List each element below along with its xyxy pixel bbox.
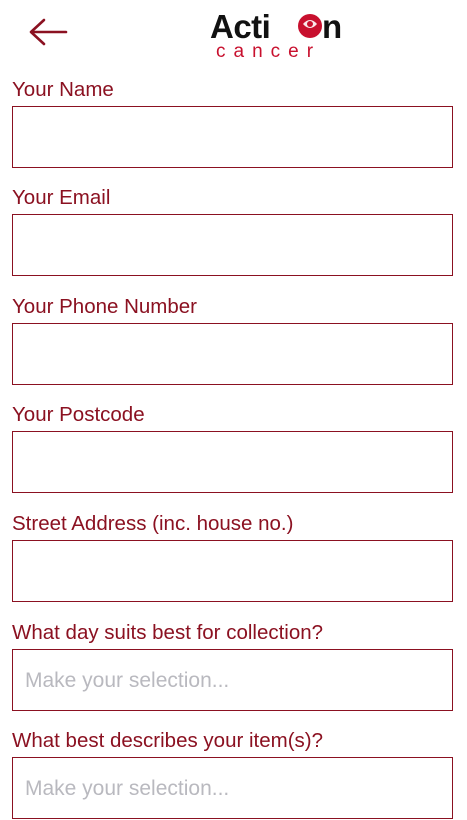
- postcode-label: Your Postcode: [12, 403, 145, 426]
- collection-day-placeholder: Make your selection...: [25, 669, 230, 692]
- arrow-left-icon: [29, 18, 68, 46]
- name-field[interactable]: [12, 106, 453, 168]
- collection-day-select[interactable]: Make your selection...: [12, 649, 453, 711]
- item-description-select[interactable]: Make your selection...: [12, 757, 453, 819]
- email-label: Your Email: [12, 186, 111, 209]
- collection-day-label: What day suits best for collection?: [12, 621, 324, 644]
- email-input[interactable]: [13, 215, 452, 275]
- name-input[interactable]: [13, 107, 452, 167]
- email-field[interactable]: [12, 214, 453, 276]
- postcode-input[interactable]: [13, 432, 452, 492]
- item-description-label: What best describes your item(s)?: [12, 729, 324, 752]
- phone-input[interactable]: [13, 324, 452, 384]
- name-label: Your Name: [12, 78, 114, 101]
- svg-text:Acti: Acti: [210, 8, 270, 45]
- postcode-field[interactable]: [12, 431, 453, 493]
- back-button[interactable]: [26, 14, 70, 50]
- action-cancer-logo: Acti n cancer: [208, 6, 358, 62]
- app-header: Acti n cancer: [0, 0, 467, 70]
- phone-field[interactable]: [12, 323, 453, 385]
- street-address-label: Street Address (inc. house no.): [12, 512, 294, 535]
- svg-text:n: n: [322, 8, 342, 45]
- svg-text:cancer: cancer: [216, 41, 321, 62]
- street-address-field[interactable]: [12, 540, 453, 602]
- street-address-input[interactable]: [13, 541, 452, 601]
- phone-label: Your Phone Number: [12, 295, 198, 318]
- item-description-placeholder: Make your selection...: [25, 777, 230, 800]
